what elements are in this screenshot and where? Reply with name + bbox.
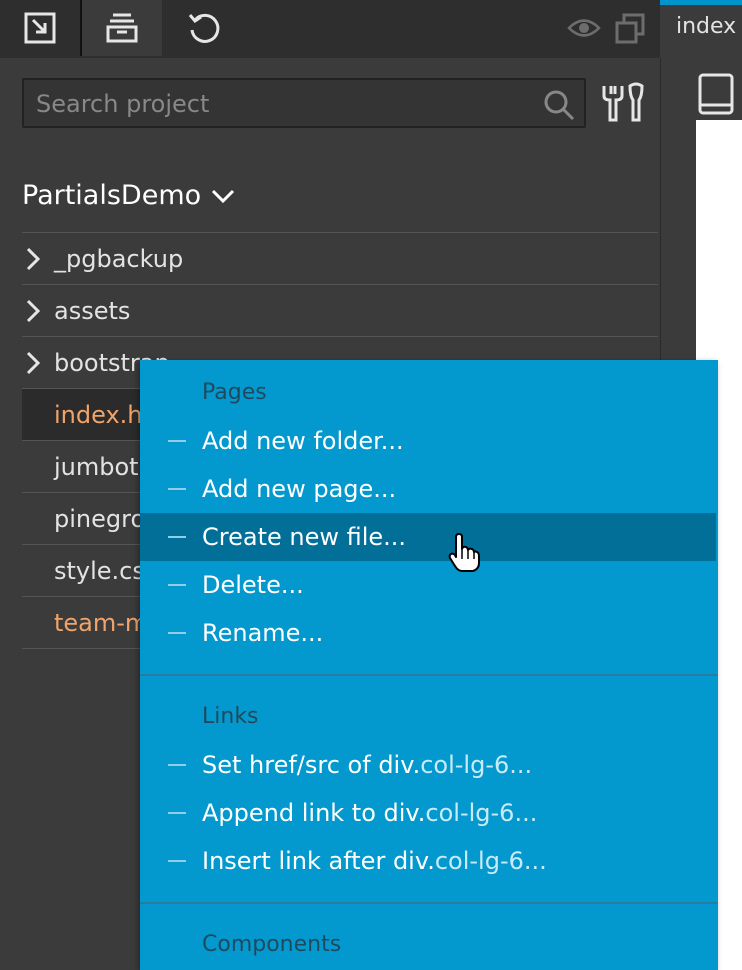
dash-icon [168,440,186,442]
search-icon[interactable] [542,88,576,122]
search-input[interactable] [34,86,538,122]
tree-item-label: _pgbackup [54,244,184,273]
context-menu: Pages Add new folder... Add new page... … [140,360,718,970]
project-title: PartialsDemo [22,180,202,211]
project-header[interactable]: PartialsDemo [22,180,235,211]
menu-item-append-link[interactable]: Append link to div.col-lg-6... [140,789,716,837]
hand-cursor-icon [448,533,480,572]
dash-icon [168,584,186,586]
chevron-right-icon[interactable] [26,351,40,375]
project-tools-button[interactable] [600,82,644,128]
dash-icon [168,632,186,634]
tablet-icon [698,73,734,115]
menu-item-create-file[interactable]: Create new file... [140,513,716,561]
chevron-right-icon[interactable] [26,299,40,323]
open-project-icon [106,13,138,43]
tree-item-label: assets [54,296,131,325]
menu-item-delete[interactable]: Delete... [140,561,716,609]
sidebar-toolbar [0,0,660,58]
menu-separator [140,674,718,676]
preview-button[interactable] [566,0,602,56]
eye-icon [567,19,601,37]
menu-item-add-page[interactable]: Add new page... [140,465,716,513]
refresh-icon [188,13,220,43]
import-icon [24,12,56,44]
menu-separator [140,902,718,904]
editor-tab-index[interactable]: index [676,14,736,39]
dash-icon [168,536,186,538]
open-project-button[interactable] [82,0,162,56]
import-button[interactable] [0,0,80,56]
menu-heading-pages: Pages [202,380,267,405]
dash-icon [168,488,186,490]
dash-icon [168,812,186,814]
tree-folder-pgbackup[interactable]: _pgbackup [22,232,658,284]
refresh-button[interactable] [164,0,244,56]
dash-icon [168,764,186,766]
duplicate-icon [615,13,645,44]
menu-item-rename[interactable]: Rename... [140,609,716,657]
dash-icon [168,860,186,862]
tablet-view-button[interactable] [697,72,735,120]
duplicate-button[interactable] [610,0,650,56]
menu-heading-links: Links [202,704,259,729]
tree-folder-assets[interactable]: assets [22,284,658,336]
menu-item-set-href[interactable]: Set href/src of div.col-lg-6... [140,741,716,789]
chevron-right-icon[interactable] [26,247,40,271]
tools-icon [602,82,644,122]
menu-item-insert-link[interactable]: Insert link after div.col-lg-6... [140,837,716,885]
menu-heading-components: Components [202,932,342,957]
menu-item-add-folder[interactable]: Add new folder... [140,417,716,465]
chevron-down-icon[interactable] [211,188,235,204]
editor-tab-accent [660,0,742,5]
search-field[interactable] [22,78,586,128]
